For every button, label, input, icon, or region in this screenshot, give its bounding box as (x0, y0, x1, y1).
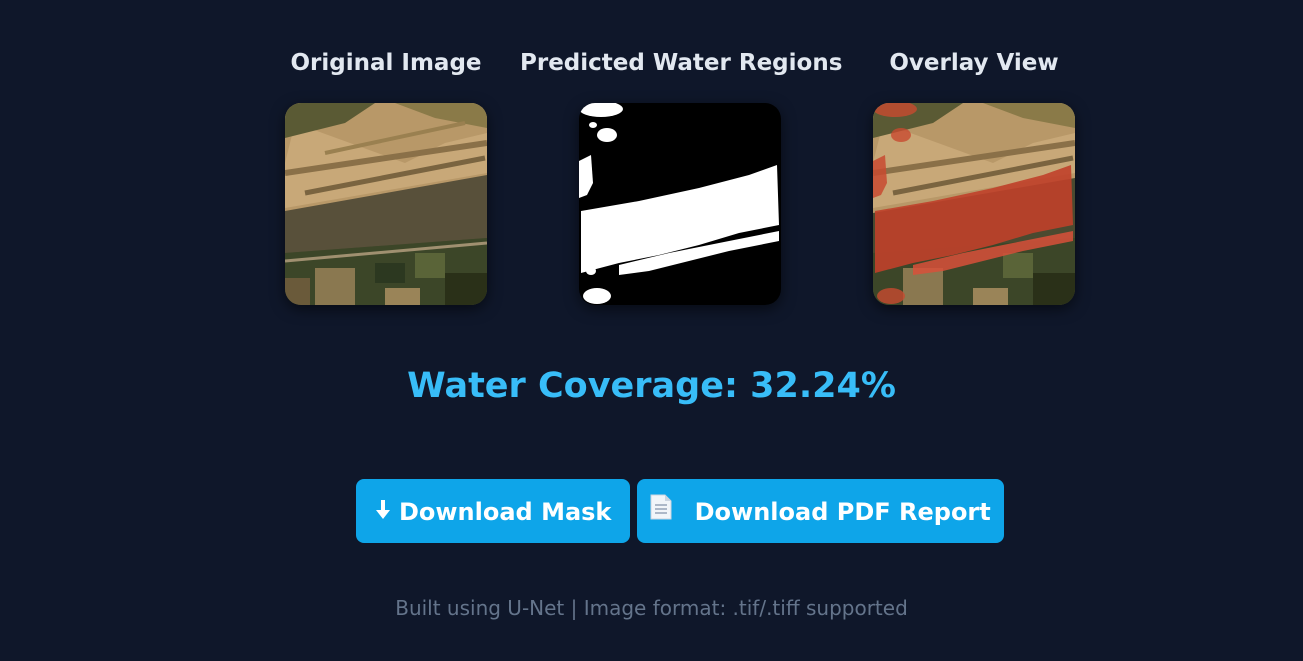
download-pdf-report-label: Download PDF Report (694, 498, 991, 526)
footer-text: Built using U-Net | Image format: .tif/.… (395, 596, 908, 620)
document-icon (650, 480, 672, 544)
predicted-water-title: Predicted Water Regions (520, 50, 843, 76)
download-pdf-report-button[interactable]: Download PDF Report (637, 479, 1004, 543)
water-coverage-text: Water Coverage: 32.24% (407, 366, 896, 406)
download-mask-label: Download Mask (398, 498, 612, 526)
original-image (285, 103, 487, 305)
original-image-title: Original Image (290, 50, 482, 76)
overlay-view-title: Overlay View (889, 50, 1059, 76)
down-arrow-icon (375, 480, 391, 544)
results-page: Original Image Predicted Water Regions O… (0, 0, 1303, 661)
predicted-water-mask (579, 103, 781, 305)
download-mask-button[interactable]: Download Mask (356, 479, 630, 543)
overlay-view-image (873, 103, 1075, 305)
